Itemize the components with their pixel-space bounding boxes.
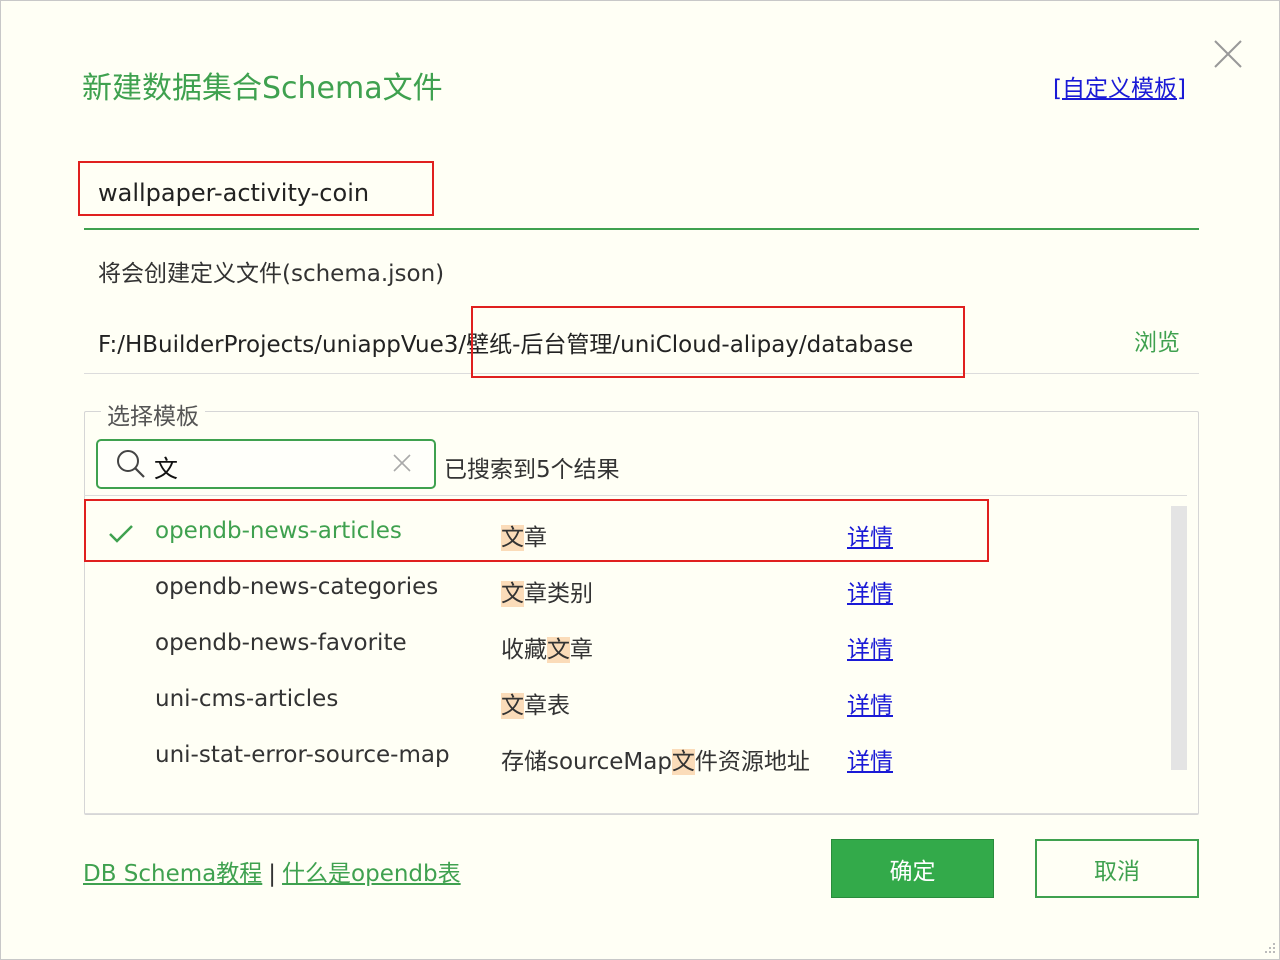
dialog-title: 新建数据集合Schema文件 <box>82 71 443 106</box>
template-name: uni-stat-error-source-map <box>155 742 450 768</box>
resize-grip-icon[interactable] <box>1259 939 1277 957</box>
annotation-box-name <box>78 161 434 216</box>
template-row[interactable]: opendb-news-favorite 收藏文章 详情 <box>85 618 1165 674</box>
close-icon[interactable] <box>1213 39 1243 69</box>
template-detail-link[interactable]: 详情 <box>847 574 893 608</box>
template-description: 文章表 <box>501 686 570 720</box>
template-group-legend: 选择模板 <box>101 397 205 431</box>
search-icon <box>117 450 145 478</box>
db-schema-tutorial-link[interactable]: DB Schema教程 <box>83 861 262 887</box>
desc-match-highlight: 文 <box>671 749 695 775</box>
template-description: 收藏文章 <box>501 630 593 664</box>
template-name: opendb-news-categories <box>155 574 439 600</box>
desc-suffix: 件资源地址 <box>694 749 810 775</box>
browse-button[interactable]: 浏览 <box>1134 323 1180 357</box>
list-scrollbar[interactable] <box>1171 506 1187 770</box>
template-row[interactable]: uni-cms-articles 文章表 详情 <box>85 674 1165 730</box>
footer-divider <box>84 813 1199 814</box>
desc-suffix: 章表 <box>524 693 570 719</box>
search-value: 文 <box>154 455 178 483</box>
template-row[interactable]: opendb-news-categories 文章类别 详情 <box>85 562 1165 618</box>
template-detail-link[interactable]: 详情 <box>847 686 893 720</box>
search-result-count: 已搜索到5个结果 <box>444 457 620 483</box>
desc-prefix: 收藏 <box>501 637 547 663</box>
template-search-input[interactable] <box>96 439 436 489</box>
footer-links: DB Schema教程 | 什么是opendb表 <box>83 854 461 888</box>
footer-separator: | <box>268 861 277 887</box>
template-detail-link[interactable]: 详情 <box>847 630 893 664</box>
template-description: 文章类别 <box>501 574 593 608</box>
confirm-button[interactable]: 确定 <box>831 839 994 898</box>
desc-prefix: 存储sourceMap <box>501 749 672 775</box>
template-row[interactable]: uni-stat-error-source-map 存储sourceMap文件资源… <box>85 730 1165 786</box>
template-name: opendb-news-favorite <box>155 630 407 656</box>
template-name: uni-cms-articles <box>155 686 339 712</box>
desc-match-highlight: 文 <box>501 693 524 719</box>
list-divider <box>84 495 1187 496</box>
new-schema-dialog: 新建数据集合Schema文件 [自定义模板] wallpaper-activit… <box>0 0 1280 960</box>
what-is-opendb-link[interactable]: 什么是opendb表 <box>282 861 461 887</box>
desc-suffix: 章类别 <box>524 581 593 607</box>
clear-icon[interactable] <box>391 452 413 474</box>
template-detail-link[interactable]: 详情 <box>847 742 893 776</box>
desc-suffix: 章 <box>570 637 593 663</box>
desc-match-highlight: 文 <box>501 581 524 607</box>
desc-match-highlight: 文 <box>547 637 570 663</box>
annotation-box-path <box>471 306 965 378</box>
custom-template-link[interactable]: [自定义模板] <box>1053 69 1186 103</box>
template-description: 存储sourceMap文件资源地址 <box>501 742 810 776</box>
create-hint: 将会创建定义文件(schema.json) <box>98 261 445 287</box>
input-underline <box>84 228 1199 230</box>
cancel-button[interactable]: 取消 <box>1035 839 1199 898</box>
annotation-box-selected-row <box>84 499 989 562</box>
